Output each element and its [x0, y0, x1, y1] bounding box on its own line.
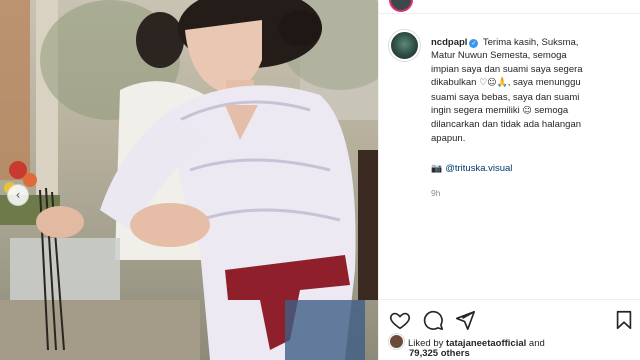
heart-icon[interactable] — [389, 309, 411, 331]
comment-icon[interactable] — [422, 309, 444, 331]
post-caption: ncdpapl ✓ Terima kasih, Suksma, Matur Nuw… — [431, 36, 633, 145]
camera-icon: 📷 — [431, 164, 443, 174]
photo-illustration — [0, 0, 378, 360]
caption-line-10: apapun. — [431, 132, 466, 144]
post-photo[interactable]: ‹ — [0, 0, 378, 360]
caption-line-7: ingin segera memiliki — [431, 105, 520, 117]
caption-line-4: dikabulkan — [431, 77, 477, 89]
author-username[interactable]: ncdpapl — [431, 37, 467, 48]
caption-line-1: Terima kasih, Suksma, — [482, 37, 579, 48]
likes-count-value[interactable]: 79,325 others — [409, 348, 470, 359]
paper-plane-icon[interactable] — [454, 309, 476, 331]
caption-line-6: suami saya bebas, saya dan suami — [431, 91, 580, 103]
carousel-prev-button[interactable]: ‹ — [7, 184, 29, 206]
smile-emoji-icon: ☺ — [487, 78, 497, 89]
post-timestamp[interactable]: 9h — [431, 188, 440, 198]
commenter-avatar[interactable] — [389, 0, 413, 12]
baby-emoji-icon: ☺ — [522, 106, 532, 117]
heart-emoji-icon: ♡ — [479, 78, 488, 89]
caption-line-8: semoga — [534, 105, 569, 117]
likes-count[interactable]: 79,325 others — [409, 348, 470, 359]
post-sidebar: ncdpapl ✓ Terima kasih, Suksma, Matur Nuw… — [378, 0, 640, 360]
caption-line-2: Matur Nuwun Semesta, semoga — [431, 50, 567, 62]
previous-comment-strip — [379, 0, 640, 14]
liked-by-conjunction: and — [528, 338, 545, 349]
caption-line-3: impian saya dan suami saya segera — [431, 63, 583, 75]
credit-handle-link[interactable]: @trituska.visual — [445, 163, 512, 174]
chevron-left-icon: ‹ — [15, 187, 21, 202]
author-avatar[interactable] — [389, 30, 420, 61]
verified-badge-icon: ✓ — [469, 39, 479, 48]
bookmark-icon[interactable] — [613, 309, 635, 331]
photo-credit: 📷 @trituska.visual — [431, 163, 512, 174]
caption-line-9: dilancarkan dan tidak ada halangan — [431, 119, 582, 131]
liker-avatar[interactable] — [389, 334, 404, 349]
caption-line-5: , saya menunggu — [507, 77, 581, 89]
pray-emoji-icon: 🙏 — [496, 78, 508, 89]
